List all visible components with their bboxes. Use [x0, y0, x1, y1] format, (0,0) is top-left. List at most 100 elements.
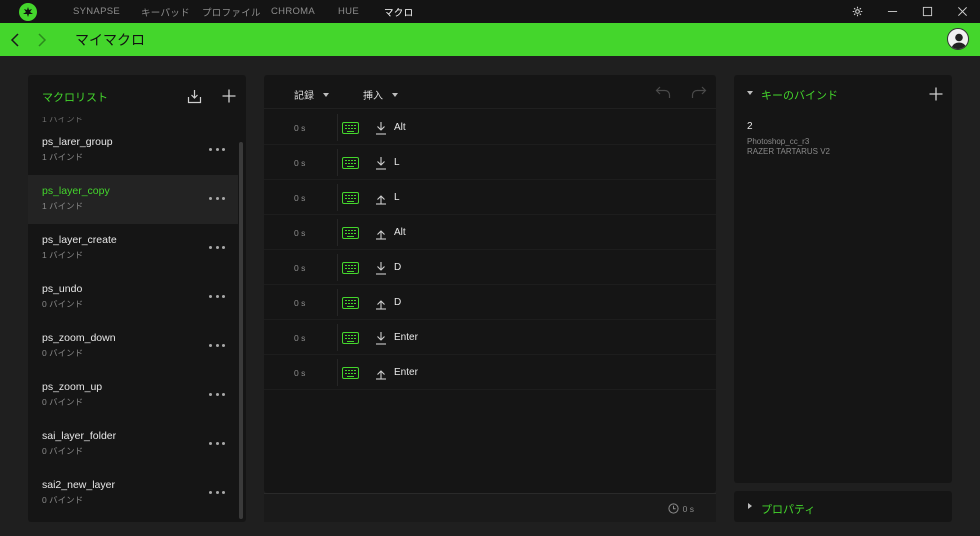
bind-device: RAZER TARTARUS V2	[747, 147, 830, 156]
list-item[interactable]: sai2_new_layer 0 バインド	[28, 469, 238, 518]
list-item[interactable]: ps_layer_copy 1 バインド	[28, 175, 238, 224]
clock-icon	[668, 503, 679, 514]
keyboard-icon	[342, 192, 359, 204]
add-macro-icon[interactable]	[220, 87, 238, 105]
macro-step-row[interactable]: 0 s D	[264, 250, 716, 285]
macro-step-row[interactable]: 0 s Alt	[264, 215, 716, 250]
macro-bind-count: 0 バインド	[42, 446, 84, 456]
tab-hue[interactable]: HUE	[338, 6, 384, 17]
macro-bind-count: 0 バインド	[42, 299, 84, 309]
keyboard-icon	[342, 262, 359, 274]
step-delay[interactable]: 0 s	[294, 193, 305, 203]
forward-arrow-icon[interactable]	[35, 32, 49, 47]
keyboard-icon	[342, 122, 359, 134]
macro-list-panel: マクロリスト 1 バインド ps_larer_group 1 バインド ps_lay…	[28, 75, 246, 522]
key-down-arrow-icon	[375, 331, 387, 345]
more-options-icon[interactable]	[209, 291, 225, 301]
total-time: 0 s	[668, 503, 694, 514]
list-item[interactable]: ps_layer_create 1 バインド	[28, 224, 238, 273]
chevron-down-icon	[392, 92, 398, 97]
keyboard-icon	[342, 157, 359, 169]
properties-title: プロパティ	[761, 504, 816, 516]
macro-step-row[interactable]: 0 s L	[264, 145, 716, 180]
key-down-arrow-icon	[375, 156, 387, 170]
row-divider	[337, 324, 338, 351]
redo-icon[interactable]	[691, 85, 707, 99]
more-options-icon[interactable]	[209, 144, 225, 154]
macro-name: ps_layer_create	[42, 234, 117, 246]
step-delay[interactable]: 0 s	[294, 228, 305, 238]
macro-list-header: マクロリスト	[28, 75, 246, 117]
keyboard-icon	[342, 297, 359, 309]
row-divider	[337, 289, 338, 316]
list-item[interactable]: ps_undo 0 バインド	[28, 273, 238, 322]
macro-list-title: マクロリスト	[42, 92, 108, 104]
macro-name: ps_undo	[42, 283, 83, 295]
macro-bind-count: 1 バインド	[42, 201, 84, 211]
list-item[interactable]: ps_zoom_down 0 バインド	[28, 322, 238, 371]
editor-footer: 0 s	[264, 493, 716, 522]
page-header: マイマクロ	[0, 23, 980, 56]
tab-keypad[interactable]: キーパッド	[141, 5, 202, 19]
list-item[interactable]: sai_layer_folder 0 バインド	[28, 420, 238, 469]
macro-step-row[interactable]: 0 s Enter	[264, 355, 716, 390]
list-item[interactable]: ps_zoom_up 0 バインド	[28, 371, 238, 420]
tab-profile[interactable]: プロファイル	[202, 5, 271, 19]
more-options-icon[interactable]	[209, 438, 225, 448]
macro-step-row[interactable]: 0 s Alt	[264, 110, 716, 145]
back-arrow-icon[interactable]	[8, 32, 22, 47]
macro-step-row[interactable]: 0 s D	[264, 285, 716, 320]
record-dropdown[interactable]: 記録	[294, 87, 329, 102]
step-delay[interactable]: 0 s	[294, 298, 305, 308]
import-icon[interactable]	[185, 87, 203, 105]
more-options-icon[interactable]	[209, 487, 225, 497]
step-delay[interactable]: 0 s	[294, 263, 305, 273]
macro-step-row[interactable]: 0 s Enter	[264, 320, 716, 355]
step-key: L	[394, 157, 400, 168]
key-binds-title: キーのバインド	[761, 90, 838, 102]
step-key: Alt	[394, 122, 406, 133]
insert-dropdown[interactable]: 挿入	[363, 87, 398, 102]
add-bind-icon[interactable]	[929, 87, 943, 101]
undo-icon[interactable]	[655, 85, 671, 99]
key-down-arrow-icon	[375, 121, 387, 135]
step-delay[interactable]: 0 s	[294, 158, 305, 168]
bind-count: 2	[747, 121, 753, 132]
macro-bind-count: 0 バインド	[42, 397, 84, 407]
macro-name: sai_layer_folder	[42, 430, 117, 442]
more-options-icon[interactable]	[209, 193, 225, 203]
macro-bind-count: 1 バインド	[42, 250, 84, 260]
record-label: 記録	[294, 91, 314, 102]
row-divider	[337, 184, 338, 211]
settings-icon[interactable]	[840, 0, 875, 23]
macro-name: ps_zoom_down	[42, 332, 116, 344]
macro-bind-count: 0 バインド	[42, 495, 84, 505]
minimize-icon[interactable]	[875, 0, 910, 23]
macro-list-scrollbar[interactable]	[239, 142, 243, 519]
step-delay[interactable]: 0 s	[294, 368, 305, 378]
more-options-icon[interactable]	[209, 389, 225, 399]
maximize-icon[interactable]	[910, 0, 945, 23]
step-delay[interactable]: 0 s	[294, 333, 305, 343]
properties-panel[interactable]: プロパティ	[734, 491, 952, 522]
step-key: Alt	[394, 227, 406, 238]
step-delay[interactable]: 0 s	[294, 123, 305, 133]
razer-logo-icon[interactable]	[19, 2, 37, 21]
row-divider	[337, 149, 338, 176]
key-down-arrow-icon	[375, 261, 387, 275]
key-up-arrow-icon	[375, 191, 387, 205]
user-avatar[interactable]	[947, 28, 969, 50]
list-item[interactable]: ps_larer_group 1 バインド	[28, 126, 238, 175]
key-binds-header[interactable]: キーのバインド	[734, 75, 952, 111]
tab-macro[interactable]: マクロ	[384, 5, 413, 19]
tab-synapse[interactable]: SYNAPSE	[73, 6, 141, 17]
more-options-icon[interactable]	[209, 340, 225, 350]
partial-list-item: 1 バインド	[42, 117, 84, 124]
close-icon[interactable]	[945, 0, 980, 23]
macro-step-row[interactable]: 0 s L	[264, 180, 716, 215]
keyboard-icon	[342, 332, 359, 344]
macro-name: ps_layer_copy	[42, 185, 110, 197]
more-options-icon[interactable]	[209, 242, 225, 252]
chevron-down-icon	[747, 91, 753, 95]
tab-chroma[interactable]: CHROMA	[271, 6, 338, 17]
